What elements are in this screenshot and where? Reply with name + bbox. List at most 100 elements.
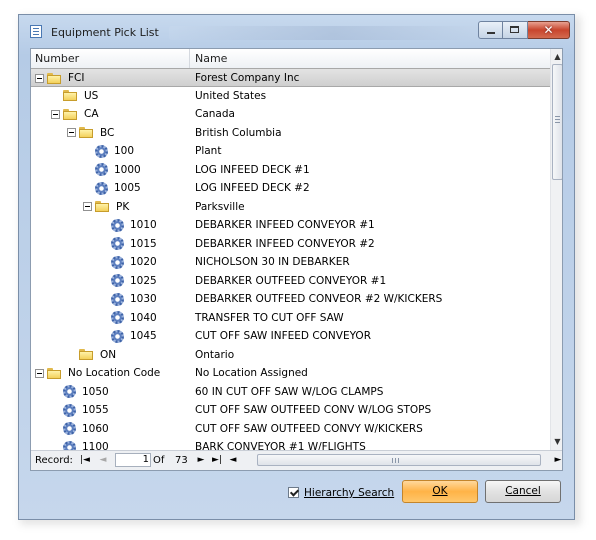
column-header-number[interactable]: Number [35, 52, 79, 65]
tree-row[interactable]: ON Ontario [31, 346, 550, 365]
close-button[interactable]: ✕ [528, 21, 570, 39]
tree-row[interactable]: BC British Columbia [31, 124, 550, 143]
last-record-icon[interactable]: ►| [211, 454, 223, 466]
tree-row[interactable]: 1025 DEBARKER OUTFEED CONVEYOR #1 [31, 272, 550, 291]
tree-row[interactable]: 100 Plant [31, 142, 550, 161]
column-divider[interactable] [189, 49, 190, 68]
tree-row[interactable]: 1030 DEBARKER OUTFEED CONVEOR #2 W/KICKER… [31, 290, 550, 309]
next-record-icon[interactable]: ► [195, 454, 207, 466]
ok-button[interactable]: OK [402, 480, 478, 503]
row-name: Ontario [195, 348, 235, 361]
tree-row[interactable]: US United States [31, 87, 550, 106]
row-name: Forest Company Inc [195, 72, 300, 84]
window-title: Equipment Pick List [51, 26, 159, 39]
gear-icon [111, 292, 124, 306]
horizontal-scroll-thumb[interactable] [257, 454, 541, 466]
title-bar[interactable]: Equipment Pick List ✕ [19, 15, 574, 45]
tree-row[interactable]: 1050 60 IN CUT OFF SAW W/LOG CLAMPS [31, 383, 550, 402]
row-number: US [84, 89, 99, 102]
row-number: No Location Code [68, 367, 161, 379]
record-number-input[interactable]: 1 [115, 453, 151, 467]
row-number: ON [100, 348, 117, 361]
row-number-cell: US [63, 87, 98, 105]
maximize-button[interactable] [503, 21, 528, 39]
column-header-name[interactable]: Name [195, 52, 227, 65]
row-number: FCI [68, 72, 85, 84]
scroll-right-icon[interactable]: ► [552, 454, 562, 466]
folder-icon [63, 90, 78, 101]
vertical-scroll-thumb[interactable] [552, 64, 562, 180]
tree-row[interactable]: 1020 NICHOLSON 30 IN DEBARKER [31, 253, 550, 272]
row-number-cell: 1015 [111, 235, 157, 253]
expander-minus-icon[interactable] [51, 109, 60, 119]
maximize-icon [510, 26, 519, 33]
gear-icon [111, 311, 124, 324]
row-name: BARK CONVEYOR #1 W/FLIGHTS [195, 441, 366, 450]
expander-minus-icon[interactable] [83, 202, 92, 211]
gear-icon [63, 403, 76, 417]
expander-minus-icon[interactable] [67, 128, 76, 137]
row-name: NICHOLSON 30 IN DEBARKER [195, 256, 350, 268]
tree-row[interactable]: 1060 CUT OFF SAW OUTFEED CONVY W/KICKERS [31, 420, 550, 439]
tree-row[interactable]: 1040 TRANSFER TO CUT OFF SAW [31, 309, 550, 328]
tree-row[interactable]: FCI Forest Company Inc [31, 68, 550, 87]
expander-minus-icon[interactable] [35, 73, 44, 83]
app-icon [30, 25, 42, 38]
row-number-cell: 1010 [111, 216, 157, 234]
tree-row[interactable]: 1045 CUT OFF SAW INFEED CONVEYOR [31, 327, 550, 346]
tree-row[interactable]: 1010 DEBARKER INFEED CONVEYOR #1 [31, 216, 550, 235]
record-navigator: Record: |◄ ◄ 1 Of 73 ► ►| ◄ ► [31, 450, 562, 470]
hierarchy-search-checkbox[interactable] [288, 487, 299, 498]
minimize-button[interactable] [478, 21, 503, 39]
tree-row[interactable]: 1000 LOG INFEED DECK #1 [31, 161, 550, 180]
scroll-up-icon[interactable]: ▲ [551, 51, 562, 63]
row-name: DEBARKER OUTFEED CONVEOR #2 W/KICKERS [195, 293, 443, 305]
grip-icon [392, 458, 400, 463]
gear-icon [111, 237, 124, 250]
equipment-pick-list-dialog: Equipment Pick List ✕ Number Name FCI For… [18, 14, 575, 520]
gear-icon [95, 163, 108, 176]
tree-row[interactable]: 1055 CUT OFF SAW OUTFEED CONV W/LOG STOPS [31, 401, 550, 420]
tree-row[interactable]: PK Parksville [31, 198, 550, 217]
scroll-down-icon[interactable]: ▼ [551, 436, 562, 448]
folder-icon [63, 108, 78, 120]
tree-row[interactable]: 1015 DEBARKER INFEED CONVEYOR #2 [31, 235, 550, 254]
row-number: 1025 [130, 274, 157, 287]
row-name: CUT OFF SAW INFEED CONVEYOR [195, 330, 371, 342]
gear-icon [111, 274, 124, 287]
first-record-icon[interactable]: |◄ [79, 454, 91, 466]
tree-row[interactable]: 1100 BARK CONVEYOR #1 W/FLIGHTS [31, 438, 550, 450]
scroll-left-icon[interactable]: ◄ [227, 454, 239, 466]
window-controls: ✕ [478, 21, 570, 41]
expander-minus-icon[interactable] [35, 368, 44, 378]
row-number-cell: 1055 [63, 401, 109, 419]
row-number: 1040 [130, 311, 157, 324]
tree-row[interactable]: No Location Code No Location Assigned [31, 364, 550, 383]
tree-row[interactable]: 1005 LOG INFEED DECK #2 [31, 179, 550, 198]
grid-header: Number Name [31, 49, 550, 69]
vertical-scrollbar[interactable]: ▲ ▼ [550, 49, 562, 450]
row-name: British Columbia [195, 126, 282, 139]
row-number: 1015 [130, 237, 157, 250]
gear-icon [63, 422, 76, 435]
cancel-button[interactable]: Cancel [485, 480, 561, 503]
hierarchy-search-label[interactable]: Hierarchy Search [304, 487, 394, 499]
horizontal-scrollbar[interactable] [241, 453, 555, 467]
tree-row[interactable]: CA Canada [31, 105, 550, 124]
gear-icon [111, 329, 124, 343]
row-name: LOG INFEED DECK #1 [195, 163, 310, 176]
row-name: No Location Assigned [195, 367, 308, 379]
row-name: DEBARKER INFEED CONVEYOR #1 [195, 219, 375, 231]
row-number-cell: CA [51, 105, 99, 123]
prev-record-icon[interactable]: ◄ [97, 454, 109, 466]
equipment-grid: Number Name FCI Forest Company Inc US Unite… [30, 48, 563, 471]
row-name: DEBARKER OUTFEED CONVEYOR #1 [195, 274, 387, 287]
row-number-cell: 1050 [63, 383, 109, 401]
row-name: CUT OFF SAW OUTFEED CONVY W/KICKERS [195, 422, 423, 435]
row-number-cell: 1040 [111, 309, 157, 327]
row-number-cell: FCI [35, 69, 84, 87]
gear-icon [95, 181, 108, 195]
row-number-cell: 1020 [111, 253, 157, 271]
dialog-footer: Hierarchy Search OK Cancel [30, 477, 563, 509]
gear-icon [111, 255, 124, 269]
